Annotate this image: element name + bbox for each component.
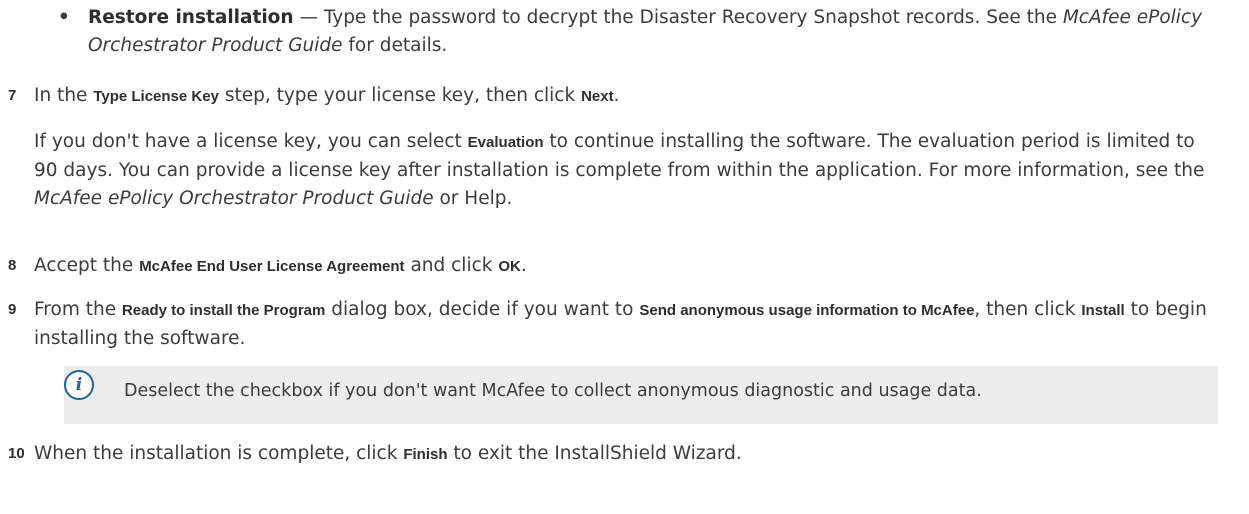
bullet-text: — Type the password to decrypt the Disas… [293,7,1063,28]
ui-label-evaluation: Evaluation [467,134,544,151]
step-text: In the Type License Key step, type your … [34,82,1238,111]
step-number: 9 [8,301,17,318]
text: and click [404,255,499,276]
step-text: From the Ready to install the Program di… [34,296,1238,353]
text: , then click [974,299,1082,320]
text: From the [34,299,122,320]
note-text: Deselect the checkbox if you don't want … [124,381,982,401]
step-7-paragraph: If you don't have a license key, you can… [34,128,1224,213]
ui-label-finish: Finish [403,446,448,463]
text: If you don't have a license key, you can… [34,131,468,152]
ui-label-install: Install [1081,302,1125,319]
step-8: 8 Accept the McAfee End User License Agr… [8,252,1238,281]
restore-installation-bullet: • Restore installation — Type the passwo… [58,4,1228,60]
step-9: 9 From the Ready to install the Program … [8,296,1238,353]
step-10: 10 When the installation is complete, cl… [8,440,1238,469]
ui-label-eula: McAfee End User License Agreement [139,258,405,275]
text: In the [34,85,94,106]
step-text: Accept the McAfee End User License Agree… [34,252,1238,281]
text: . [613,85,620,106]
ui-label-type-license-key: Type License Key [93,88,219,105]
info-note: i Deselect the checkbox if you don't wan… [64,366,1218,424]
step-number: 7 [8,87,17,104]
bullet-title: Restore installation [88,7,294,28]
ui-label-ready-to-install: Ready to install the Program [121,302,326,319]
text: . [520,255,527,276]
text: Accept the [34,255,140,276]
ui-label-next: Next [581,88,614,105]
guide-title: McAfee ePolicy Orchestrator Product Guid… [34,188,434,209]
text: to exit the InstallShield Wizard. [447,443,742,464]
bullet-dot: • [58,7,70,28]
ui-label-send-usage-info: Send anonymous usage information to McAf… [639,302,975,319]
info-icon: i [64,370,94,400]
step-text: When the installation is complete, click… [34,440,1238,469]
text: or Help. [433,188,513,209]
text: step, type your license key, then click [218,85,582,106]
text: dialog box, decide if you want to [325,299,640,320]
step-number: 8 [8,257,17,274]
document-page: • Restore installation — Type the passwo… [0,0,1249,514]
step-number: 10 [8,445,25,462]
ui-label-ok: OK [498,258,521,275]
text: When the installation is complete, click [34,443,404,464]
bullet-tail: for details. [342,35,448,56]
step-7: 7 In the Type License Key step, type you… [8,82,1238,111]
